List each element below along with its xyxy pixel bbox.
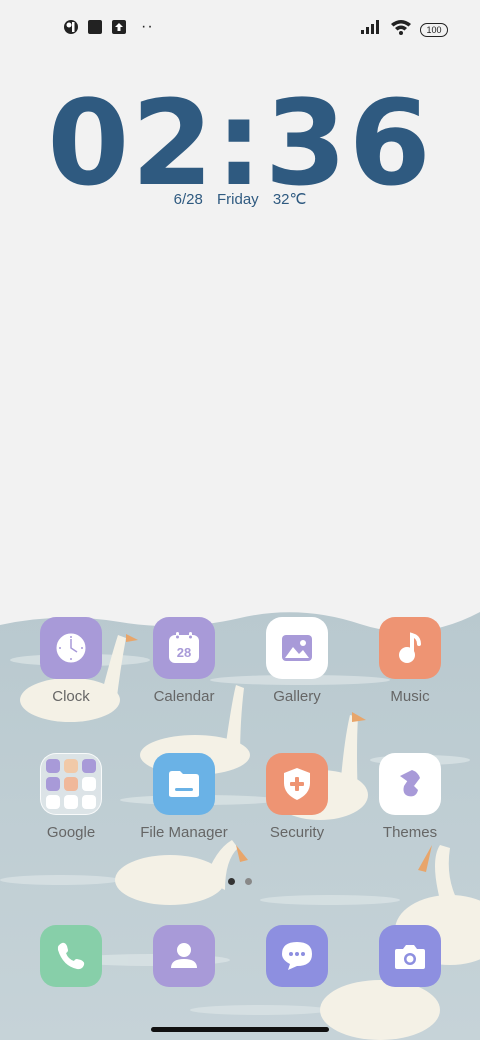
folder-icon <box>153 753 215 815</box>
calendar-badge: 28 <box>177 645 191 660</box>
one-icon <box>82 777 96 791</box>
app-label: Clock <box>52 688 90 705</box>
shield-icon <box>266 753 328 815</box>
clock-time[interactable]: 02:36 <box>0 78 480 208</box>
app-label: Gallery <box>273 688 321 705</box>
dock-messages[interactable] <box>241 925 353 987</box>
battery-indicator: 100 <box>420 22 448 37</box>
app-label: Security <box>269 824 325 841</box>
youtube-icon <box>46 777 60 791</box>
page-indicator[interactable] <box>0 878 480 885</box>
dock-contacts[interactable] <box>128 925 240 987</box>
gallery-icon <box>266 617 328 679</box>
more-notifications: ·· <box>141 18 154 35</box>
app-label: Calendar <box>153 688 215 705</box>
app-gallery[interactable]: Gallery <box>241 617 353 705</box>
maps-icon <box>82 759 96 773</box>
status-left: ·· <box>63 19 154 35</box>
temperature-text: 32℃ <box>272 191 307 208</box>
app-file-manager[interactable]: File Manager <box>128 753 240 841</box>
files-icon <box>82 795 96 809</box>
app-themes[interactable]: Themes <box>354 753 466 841</box>
app-clock[interactable]: Clock <box>15 617 127 705</box>
app-music[interactable]: Music <box>354 617 466 705</box>
app-label: Themes <box>382 824 438 841</box>
clock-icon <box>40 617 102 679</box>
status-right: 100 <box>360 19 448 40</box>
music-icon <box>379 617 441 679</box>
app-label: Music <box>390 688 430 705</box>
signal-icon <box>360 19 382 40</box>
app-google-folder[interactable]: Google <box>15 753 127 841</box>
home-gesture-bar[interactable] <box>151 1027 329 1032</box>
page-dot-active <box>228 878 235 885</box>
drive-icon <box>46 795 60 809</box>
dock-phone[interactable] <box>15 925 127 987</box>
brush-icon <box>379 753 441 815</box>
page-dot <box>245 878 252 885</box>
camera-icon <box>379 925 441 987</box>
app-security[interactable]: Security <box>241 753 353 841</box>
google-icon <box>46 759 60 773</box>
date-text: 6/28 <box>173 191 203 208</box>
wifi-icon <box>390 19 412 40</box>
messages-icon <box>266 925 328 987</box>
app-calendar[interactable]: 28 Calendar <box>128 617 240 705</box>
folder-icon <box>40 753 102 815</box>
status-bar: ·· 100 <box>0 0 480 56</box>
photos-icon <box>64 777 78 791</box>
upload-icon <box>111 19 127 35</box>
dock-camera[interactable] <box>354 925 466 987</box>
date-weather[interactable]: 6/28 Friday 32℃ <box>0 190 480 208</box>
square-notification-icon <box>87 19 103 35</box>
assistant-icon <box>63 19 79 35</box>
chrome-icon <box>64 759 78 773</box>
calendar-icon: 28 <box>153 617 215 679</box>
phone-icon <box>40 925 102 987</box>
app-label: Google <box>46 824 96 841</box>
contacts-icon <box>153 925 215 987</box>
meet-icon <box>64 795 78 809</box>
app-label: File Manager <box>140 824 228 841</box>
weekday-text: Friday <box>216 191 259 208</box>
